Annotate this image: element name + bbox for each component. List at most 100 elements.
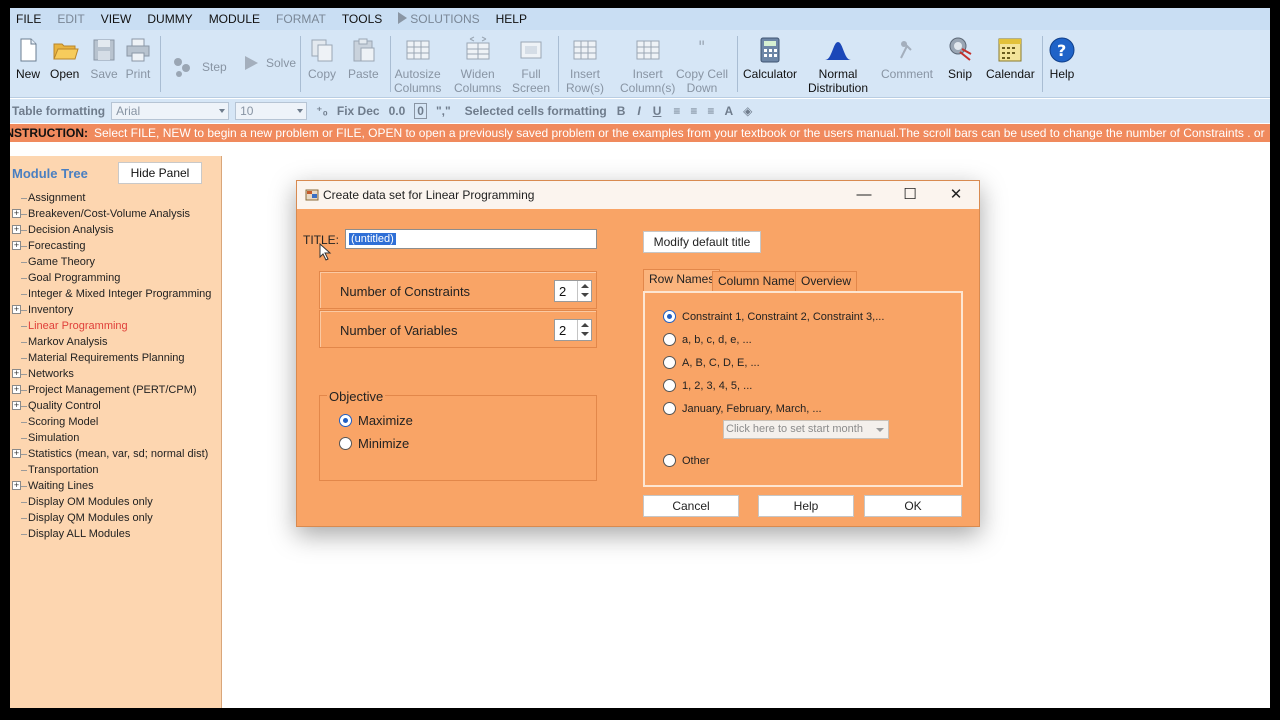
menu-format[interactable]: FORMAT [270, 12, 336, 26]
dialog-titlebar[interactable]: Create data set for Linear Programming —… [297, 181, 979, 209]
expand-plus-icon[interactable]: + [12, 401, 21, 410]
module-tree-item[interactable]: Display OM Modules only [10, 494, 222, 510]
expand-plus-icon[interactable]: + [12, 305, 21, 314]
open-button[interactable]: Open [50, 36, 79, 81]
decimal-places-icon[interactable]: ⁺₀ [316, 104, 328, 118]
module-tree-item[interactable]: + Waiting Lines [10, 478, 222, 494]
insert-rows-button[interactable]: Insert Row(s) [566, 36, 604, 95]
paste-button[interactable]: Paste [348, 36, 379, 81]
ok-button[interactable]: OK [864, 495, 962, 517]
dialog-help-button[interactable]: Help [758, 495, 854, 517]
menu-edit[interactable]: EDIT [51, 12, 94, 26]
row-name-option-numbers[interactable]: 1, 2, 3, 4, 5, ... [663, 379, 752, 392]
module-tree-item[interactable]: Markov Analysis [10, 334, 222, 350]
modify-default-title-button[interactable]: Modify default title [643, 231, 761, 253]
module-tree-item[interactable]: Simulation [10, 430, 222, 446]
constraints-stepper[interactable]: 2 [554, 280, 592, 302]
tab-row-names[interactable]: Row Names [643, 269, 721, 291]
stepper-arrows[interactable] [577, 281, 591, 301]
calendar-button[interactable]: Calendar [986, 36, 1035, 81]
module-tree-item[interactable]: + Statistics (mean, var, sd; normal dist) [10, 446, 222, 462]
module-tree-item[interactable]: + Project Management (PERT/CPM) [10, 382, 222, 398]
hide-panel-button[interactable]: Hide Panel [118, 162, 202, 184]
module-tree-item[interactable]: + Inventory [10, 302, 222, 318]
widen-columns-button[interactable]: Widen Columns [454, 36, 501, 95]
expand-plus-icon[interactable]: + [12, 369, 21, 378]
cancel-button[interactable]: Cancel [643, 495, 739, 517]
font-select[interactable]: Arial [111, 102, 230, 120]
row-name-option-months[interactable]: January, February, March, ... [663, 402, 822, 415]
expand-plus-icon[interactable]: + [12, 241, 21, 250]
module-tree-item[interactable]: + Breakeven/Cost-Volume Analysis [10, 206, 222, 222]
chevron-up-icon[interactable] [581, 323, 589, 327]
font-size-select[interactable]: 10 [235, 102, 308, 120]
bold-button[interactable]: B [617, 104, 626, 118]
module-tree-item[interactable]: Integer & Mixed Integer Programming [10, 286, 222, 302]
menu-solutions[interactable]: SOLUTIONS [392, 12, 489, 26]
menu-view[interactable]: VIEW [95, 12, 142, 26]
comma-format-button[interactable]: "," [436, 104, 451, 118]
fill-color-icon[interactable]: ◈ [743, 104, 752, 118]
start-month-select[interactable]: Click here to set start month [723, 420, 889, 439]
copy-cell-down-button[interactable]: " Copy Cell Down [676, 36, 728, 95]
expand-plus-icon[interactable]: + [12, 385, 21, 394]
menu-file[interactable]: FILE [10, 12, 51, 26]
module-tree-item[interactable]: Assignment [10, 190, 222, 206]
help-button[interactable]: ? Help [1048, 36, 1076, 81]
module-tree-item[interactable]: + Decision Analysis [10, 222, 222, 238]
module-tree-item[interactable]: Display QM Modules only [10, 510, 222, 526]
tab-column-names[interactable]: Column Names [712, 271, 807, 291]
save-button[interactable]: Save [90, 36, 118, 81]
solve-button[interactable]: Solve [242, 54, 296, 72]
module-tree-item[interactable]: + Quality Control [10, 398, 222, 414]
full-screen-button[interactable]: Full Screen [512, 36, 550, 95]
expand-plus-icon[interactable]: + [12, 481, 21, 490]
module-tree-item[interactable]: Scoring Model [10, 414, 222, 430]
module-tree-item[interactable]: Material Requirements Planning [10, 350, 222, 366]
row-name-option-other[interactable]: Other [663, 454, 710, 467]
underline-button[interactable]: U [653, 104, 662, 118]
menu-module[interactable]: MODULE [203, 12, 270, 26]
close-icon[interactable]: ✕ [941, 185, 971, 205]
autosize-columns-button[interactable]: Autosize Columns [394, 36, 441, 95]
normal-distribution-button[interactable]: Normal Distribution [808, 36, 868, 95]
title-input[interactable]: (untitled) [345, 229, 597, 249]
new-button[interactable]: New [14, 36, 42, 81]
module-tree-item[interactable]: Game Theory [10, 254, 222, 270]
maximize-radio[interactable]: Maximize [339, 413, 413, 428]
stepper-arrows[interactable] [577, 320, 591, 340]
align-center-icon[interactable]: ≡ [690, 104, 697, 118]
module-tree-item[interactable]: Display ALL Modules [10, 526, 222, 542]
italic-button[interactable]: I [637, 104, 640, 118]
chevron-down-icon[interactable] [581, 293, 589, 297]
row-name-option-lowercase[interactable]: a, b, c, d, e, ... [663, 333, 752, 346]
maximize-icon[interactable]: ☐ [895, 185, 925, 205]
expand-plus-icon[interactable]: + [12, 209, 21, 218]
insert-columns-button[interactable]: Insert Column(s) [620, 36, 675, 95]
copy-button[interactable]: Copy [308, 36, 336, 81]
row-name-option-constraint[interactable]: Constraint 1, Constraint 2, Constraint 3… [663, 310, 884, 323]
minimize-radio[interactable]: Minimize [339, 436, 409, 451]
module-tree-item[interactable]: Linear Programming [10, 318, 222, 334]
chevron-up-icon[interactable] [581, 284, 589, 288]
expand-plus-icon[interactable]: + [12, 225, 21, 234]
calculator-button[interactable]: Calculator [743, 36, 797, 81]
align-right-icon[interactable]: ≡ [707, 104, 714, 118]
fix-decimal-button[interactable]: Fix Dec [337, 104, 380, 118]
text-color-icon[interactable]: A [724, 104, 733, 118]
module-tree-item[interactable]: + Networks [10, 366, 222, 382]
menu-help[interactable]: HELP [490, 12, 537, 26]
module-tree-item[interactable]: + Forecasting [10, 238, 222, 254]
zero-format-button[interactable]: 0 [414, 103, 427, 119]
module-tree-item[interactable]: Transportation [10, 462, 222, 478]
tab-overview[interactable]: Overview [795, 271, 858, 291]
module-tree-item[interactable]: Goal Programming [10, 270, 222, 286]
decimal-format-button[interactable]: 0.0 [389, 104, 406, 118]
minimize-icon[interactable]: — [849, 185, 879, 205]
align-left-icon[interactable]: ≡ [673, 104, 680, 118]
comment-button[interactable]: Comment [881, 36, 933, 81]
chevron-down-icon[interactable] [581, 332, 589, 336]
variables-stepper[interactable]: 2 [554, 319, 592, 341]
menu-dummy[interactable]: DUMMY [141, 12, 202, 26]
expand-plus-icon[interactable]: + [12, 449, 21, 458]
